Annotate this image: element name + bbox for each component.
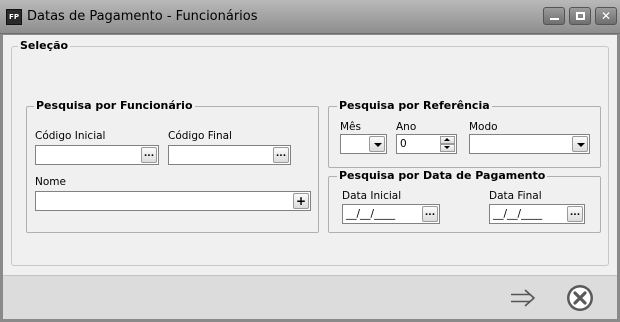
- data-inicial-value: __/__/____: [346, 208, 396, 220]
- mes-select[interactable]: [340, 134, 387, 154]
- cancel-circle-icon: [567, 285, 593, 311]
- modo-label: Modo: [469, 121, 498, 133]
- codigo-final-search-button[interactable]: ...: [273, 147, 289, 163]
- ano-spinner[interactable]: 0: [396, 134, 457, 154]
- codigo-inicial-input[interactable]: ...: [35, 145, 159, 165]
- referencia-group-label: Pesquisa por Referência: [337, 99, 492, 112]
- modo-dropdown-arrow-icon[interactable]: [572, 136, 588, 152]
- modo-select[interactable]: [469, 134, 590, 154]
- nome-add-button[interactable]: +: [293, 193, 309, 209]
- ano-spin-buttons: [440, 136, 455, 152]
- maximize-button[interactable]: [569, 7, 591, 25]
- data-inicial-calendar-button[interactable]: ...: [422, 206, 438, 222]
- client-area: Seleção Pesquisa por Funcionário Código …: [3, 35, 617, 319]
- nome-label: Nome: [35, 176, 66, 188]
- funcionario-group-label: Pesquisa por Funcionário: [34, 99, 195, 112]
- ano-decrement-icon[interactable]: [440, 144, 455, 152]
- data-final-value: __/__/____: [493, 208, 543, 220]
- funcionario-group: [26, 106, 319, 233]
- data-final-calendar-button[interactable]: ...: [567, 206, 583, 222]
- next-button[interactable]: [506, 282, 538, 314]
- ano-increment-icon[interactable]: [440, 136, 455, 144]
- arrow-right-icon: [511, 289, 535, 307]
- close-button[interactable]: ✕: [595, 7, 617, 25]
- nome-input[interactable]: +: [35, 191, 311, 211]
- close-icon: ✕: [600, 9, 612, 23]
- data-final-input[interactable]: __/__/____ ...: [489, 204, 585, 224]
- data-pagamento-group-label: Pesquisa por Data de Pagamento: [337, 169, 548, 182]
- ano-label: Ano: [396, 121, 417, 133]
- mes-label: Mês: [340, 121, 361, 133]
- title-bar[interactable]: FP Datas de Pagamento - Funcionários ✕: [0, 0, 620, 34]
- codigo-final-label: Código Final: [168, 130, 232, 142]
- mes-dropdown-arrow-icon[interactable]: [369, 136, 385, 152]
- cancel-button[interactable]: [564, 282, 596, 314]
- app-icon: FP: [6, 9, 22, 25]
- button-bar: [3, 275, 617, 319]
- data-inicial-label: Data Inicial: [342, 190, 402, 202]
- data-inicial-input[interactable]: __/__/____ ...: [342, 204, 440, 224]
- codigo-inicial-label: Código Inicial: [35, 130, 106, 142]
- selecao-label: Seleção: [18, 39, 71, 52]
- data-final-label: Data Final: [489, 190, 542, 202]
- codigo-final-input[interactable]: ...: [168, 145, 291, 165]
- minimize-button[interactable]: [543, 7, 565, 25]
- minimize-icon: [550, 18, 559, 20]
- codigo-inicial-search-button[interactable]: ...: [141, 147, 157, 163]
- maximize-icon: [576, 12, 585, 20]
- window-title: Datas de Pagamento - Funcionários: [27, 9, 258, 24]
- app-window: FP Datas de Pagamento - Funcionários ✕ S…: [0, 0, 620, 322]
- ano-value: 0: [400, 138, 407, 150]
